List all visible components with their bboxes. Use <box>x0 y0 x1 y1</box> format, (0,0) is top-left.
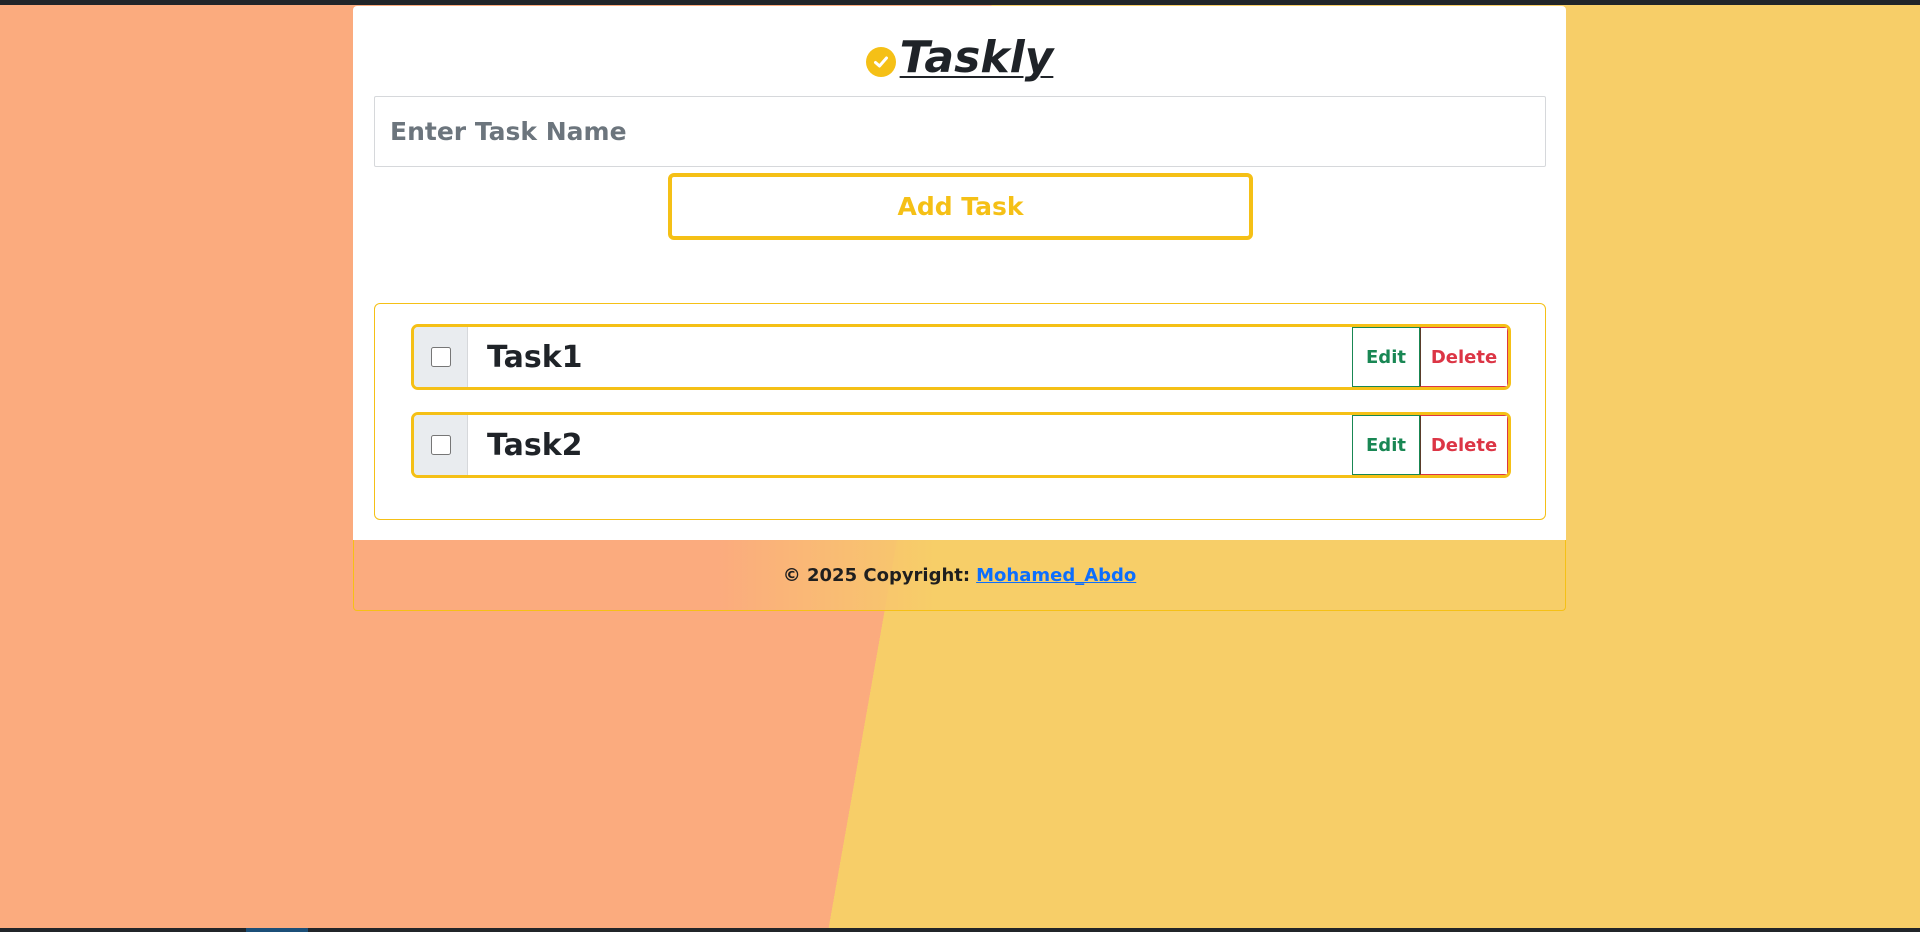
task-checkbox-cell <box>414 327 468 387</box>
footer: © 2025 Copyright: Mohamed_Abdo <box>353 540 1566 611</box>
delete-task-button[interactable]: Delete <box>1420 415 1508 475</box>
edit-task-button[interactable]: Edit <box>1352 415 1420 475</box>
task-name-input[interactable] <box>374 96 1546 167</box>
task-item: Task2 Edit Delete <box>411 412 1511 478</box>
add-task-button[interactable]: Add Task <box>668 173 1253 240</box>
copyright-text: © 2025 Copyright: <box>782 564 971 586</box>
delete-task-button[interactable]: Delete <box>1420 327 1508 387</box>
task-checkbox[interactable] <box>430 435 451 455</box>
app-card: Taskly Add Task Task1 Edit Delete Task2 … <box>353 6 1566 540</box>
task-item: Task1 Edit Delete <box>411 324 1511 390</box>
app-header: Taskly <box>353 32 1566 83</box>
task-checkbox-cell <box>414 415 468 475</box>
edit-task-button[interactable]: Edit <box>1352 327 1420 387</box>
task-list: Task1 Edit Delete Task2 Edit Delete <box>374 303 1546 520</box>
app-title: Taskly <box>899 32 1054 83</box>
task-checkbox[interactable] <box>430 347 451 367</box>
task-label: Task1 <box>487 339 583 375</box>
check-circle-icon <box>865 46 896 77</box>
task-label: Task2 <box>487 427 583 463</box>
author-link[interactable]: Mohamed_Abdo <box>976 565 1136 586</box>
taskbar-accent <box>246 928 308 932</box>
